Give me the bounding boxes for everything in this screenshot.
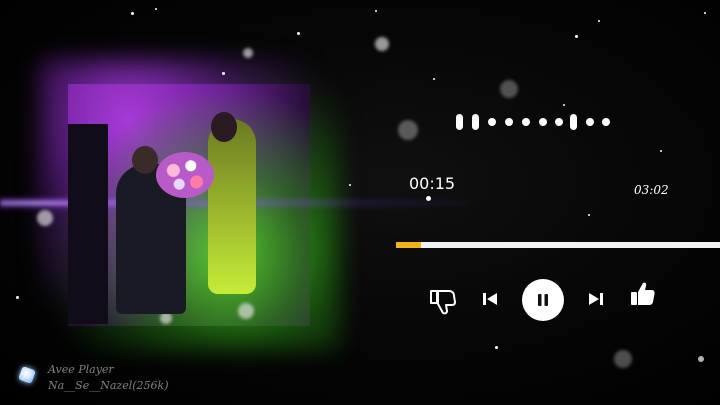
seek-bar-progress — [396, 242, 421, 248]
star-dot — [588, 214, 590, 216]
star-dot — [349, 184, 351, 186]
star-dot — [704, 12, 706, 14]
star-dot — [155, 8, 157, 10]
waveform-bar — [472, 114, 479, 130]
bokeh-particle — [500, 80, 518, 98]
star-dot — [433, 78, 435, 80]
like-button[interactable] — [629, 280, 657, 308]
waveform-dot — [539, 118, 547, 126]
skip-previous-icon — [483, 293, 497, 305]
watermark: Avee Player Na__Se__Nazel(256k) — [48, 362, 168, 394]
star-dot — [426, 196, 431, 201]
total-time: 03:02 — [634, 183, 669, 197]
bokeh-particle — [614, 350, 632, 368]
bokeh-particle — [243, 48, 253, 58]
star-dot — [16, 296, 19, 299]
star-dot — [131, 12, 134, 15]
star-dot — [598, 20, 600, 22]
bokeh-particle — [238, 303, 254, 319]
watermark-app-name: Avee Player — [48, 363, 114, 376]
bokeh-particle — [398, 120, 418, 140]
star-dot — [698, 356, 704, 362]
waveform-dot — [586, 118, 594, 126]
avee-logo-icon — [18, 366, 36, 384]
thumbs-down-icon — [430, 290, 456, 315]
star-dot — [297, 32, 300, 35]
art-head-standing — [211, 112, 237, 142]
thumbs-up-icon — [631, 282, 655, 305]
play-pause-button[interactable] — [522, 279, 564, 321]
audio-waveform — [453, 114, 613, 130]
dislike-button[interactable] — [426, 284, 460, 318]
current-time: 00:15 — [409, 174, 456, 193]
watermark-track-name: Na__Se__Nazel(256k) — [48, 379, 169, 392]
star-dot — [563, 104, 565, 106]
waveform-bar — [456, 114, 463, 130]
waveform-dot — [505, 118, 513, 126]
next-button[interactable] — [586, 289, 606, 309]
art-head-kneeling — [132, 146, 158, 174]
art-figure-standing — [208, 119, 256, 294]
waveform-dot — [602, 118, 610, 126]
art-bouquet — [156, 152, 214, 198]
skip-next-icon — [589, 293, 603, 305]
seek-bar[interactable] — [396, 242, 720, 248]
waveform-dot — [522, 118, 530, 126]
star-dot — [375, 10, 377, 12]
star-dot — [660, 150, 662, 152]
previous-button[interactable] — [480, 289, 500, 309]
star-dot — [575, 35, 578, 38]
bokeh-particle — [375, 37, 389, 51]
waveform-dot — [488, 118, 496, 126]
art-car-shape — [68, 124, 108, 324]
star-dot — [222, 72, 225, 75]
bokeh-particle — [37, 210, 53, 226]
star-dot — [495, 346, 498, 349]
visualizer-background: 00:15 03:02 Avee Player Na__Se__Nazel(25… — [0, 0, 720, 405]
pause-icon — [538, 294, 548, 306]
waveform-dot — [555, 118, 563, 126]
waveform-bar — [570, 114, 577, 130]
